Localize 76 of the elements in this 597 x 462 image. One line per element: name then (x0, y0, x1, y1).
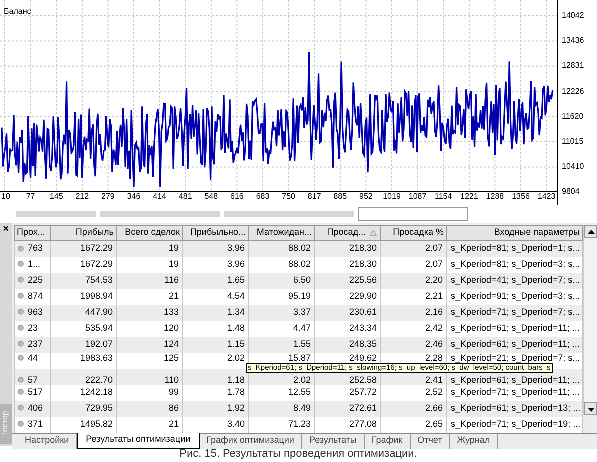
x-axis-label: 481 (178, 193, 192, 201)
y-axis-label: 14042 (562, 12, 584, 20)
pass-number: 963 (28, 306, 44, 317)
column-header[interactable]: Всего сделок (116, 226, 182, 240)
pass-number: 371 (28, 418, 44, 429)
pass-dot-icon (18, 277, 24, 284)
x-axis-label: 145 (50, 193, 64, 201)
scroll-up-icon[interactable] (584, 225, 597, 238)
tab[interactable]: График оптимизации (200, 434, 302, 448)
sort-arrow-icon (370, 230, 377, 236)
pass-dot-icon (18, 246, 24, 252)
x-axis-label: 1288 (486, 193, 504, 201)
pass-dot-icon (18, 421, 24, 428)
pass-dot-icon (18, 293, 24, 300)
x-axis-label: 346 (127, 193, 141, 201)
tab[interactable]: Журнал (450, 434, 498, 448)
x-axis-label: 1423 (538, 193, 556, 201)
column-header[interactable]: Прибыльно... (182, 226, 248, 240)
figure-caption: Рис. 15. Результаты проведения оптимизации. (180, 446, 418, 462)
pass-dot-icon (18, 389, 24, 396)
pass-dot-icon (18, 309, 24, 316)
pass-dot-icon (18, 341, 24, 348)
close-button[interactable]: × (3, 225, 9, 235)
tab[interactable]: Результаты оптимизации (77, 432, 200, 448)
x-axis-label: 1154 (435, 193, 452, 201)
pass-dot-icon (18, 261, 24, 268)
tab[interactable]: Отчет (410, 434, 450, 448)
column-header[interactable]: Просад... (314, 226, 380, 240)
x-axis-label: 414 (153, 193, 166, 201)
pass-number: 1... (28, 258, 41, 269)
column-header[interactable]: Входные параметры (446, 226, 582, 240)
y-axis-label: 13436 (562, 37, 584, 46)
tab[interactable]: График (364, 434, 411, 448)
tab[interactable]: Результаты (302, 434, 365, 448)
y-axis-label: 12226 (562, 88, 584, 96)
x-axis-label: 77 (26, 193, 36, 201)
column-header[interactable]: Прох... (14, 226, 50, 240)
column-header[interactable]: Просадка % (380, 226, 446, 240)
chart-title: Баланс (4, 8, 32, 16)
panel-title: Тестер (2, 411, 10, 437)
x-axis-label: 212 (76, 193, 90, 201)
x-axis-label: 683 (256, 193, 270, 201)
x-axis-label: 10 (2, 193, 10, 201)
x-axis-label: 279 (102, 193, 115, 201)
x-axis-label: 885 (334, 193, 348, 201)
x-axis-label: 1221 (460, 193, 478, 201)
x-axis-label: 750 (282, 193, 296, 201)
pass-number: 406 (28, 402, 44, 413)
y-axis-label: 11620 (562, 112, 584, 121)
pass-dot-icon (18, 355, 24, 362)
pass-dot-icon (18, 325, 24, 332)
y-axis-label: 12831 (562, 62, 584, 70)
pass-number: 237 (28, 338, 44, 349)
pass-number: 44 (28, 352, 38, 362)
x-axis-label: 616 (230, 193, 244, 201)
pass-number: 517 (28, 386, 44, 397)
x-axis-label: 1087 (408, 193, 427, 201)
pass-number: 23 (28, 322, 38, 333)
pass-dot-icon (18, 377, 24, 384)
x-axis-label: 952 (360, 193, 373, 201)
column-header[interactable]: Матожидан... (248, 226, 314, 240)
x-axis-label: 1356 (512, 193, 530, 201)
pass-number: 763 (28, 243, 44, 253)
pass-dot-icon (18, 405, 24, 412)
column-header[interactable]: Прибыль (50, 226, 116, 240)
x-axis-label: 548 (204, 193, 218, 201)
x-axis-label: 817 (308, 193, 322, 201)
y-axis-label: 11015 (562, 138, 584, 146)
pass-number: 57 (28, 374, 38, 384)
pass-number: 874 (28, 290, 44, 301)
y-axis-label: 9804 (562, 188, 580, 196)
y-axis-label: 10410 (562, 163, 584, 172)
pass-number: 225 (28, 274, 44, 285)
x-axis-label: 1019 (383, 193, 401, 201)
scroll-down-icon[interactable] (584, 402, 597, 415)
scrollbar[interactable] (583, 225, 597, 415)
